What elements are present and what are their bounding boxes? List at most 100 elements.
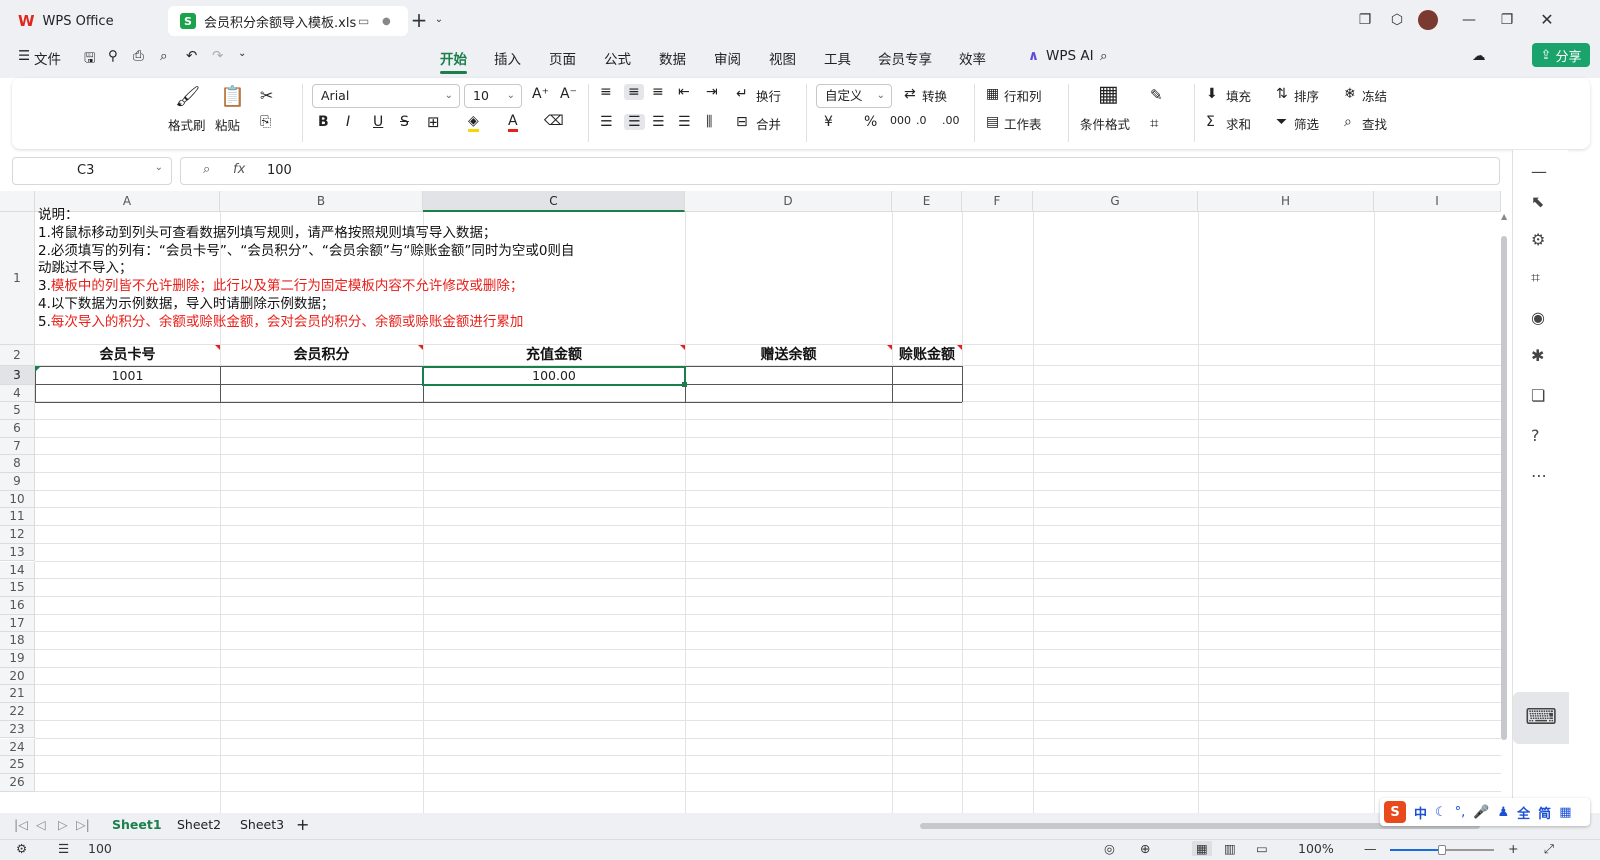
column-header-g[interactable]: G [1033, 191, 1198, 212]
adjust-icon[interactable]: ⚙ [1531, 230, 1545, 249]
align-right-icon[interactable]: ☰ [652, 114, 665, 130]
undo-icon[interactable]: ↶ [186, 48, 197, 64]
locate-icon[interactable]: ⊕ [1140, 841, 1150, 856]
cell-style-icon[interactable]: ✎ [1150, 86, 1163, 104]
decrease-font-icon[interactable]: A⁻ [560, 86, 577, 102]
italic-button[interactable]: I [346, 114, 350, 130]
menu-tab-home[interactable]: 开始 [440, 48, 467, 74]
comment-indicator-icon[interactable] [418, 345, 423, 350]
normal-view-icon[interactable]: ▦ [1192, 841, 1212, 856]
comment-indicator-icon[interactable] [887, 345, 892, 350]
borders-icon[interactable]: ⊞ [427, 113, 440, 131]
worksheet-icon[interactable]: ▤ [986, 114, 999, 130]
row-header-26[interactable]: 26 [0, 773, 35, 792]
row-header-12[interactable]: 12 [0, 526, 35, 544]
cell-format-icon[interactable]: ⌗ [1150, 114, 1158, 132]
row-header-8[interactable]: 8 [0, 455, 35, 473]
collapse-icon[interactable]: — [1531, 162, 1547, 181]
thousands-icon[interactable]: 000 [890, 114, 911, 127]
restore-icon[interactable]: ❐ [1496, 10, 1518, 30]
paste-icon[interactable]: 📋 [220, 84, 245, 108]
avatar[interactable] [1418, 10, 1438, 30]
cube-icon[interactable]: ⬡ [1386, 10, 1408, 30]
row-header-1[interactable]: 1 [0, 212, 35, 345]
column-header-h[interactable]: H [1198, 191, 1374, 212]
row-header-21[interactable]: 21 [0, 685, 35, 704]
font-color-icon[interactable]: A [508, 113, 518, 132]
align-middle-icon[interactable]: ≡ [624, 84, 644, 100]
align-left-icon[interactable]: ☰ [600, 114, 613, 130]
bold-button[interactable]: B [318, 114, 329, 130]
merge-icon[interactable]: ⊟ [736, 114, 748, 130]
zoom-select[interactable]: 100% [1298, 841, 1334, 856]
select-all-corner[interactable] [0, 191, 35, 212]
cloud-upload-icon[interactable]: ☁ [1472, 48, 1486, 64]
menu-tab-member[interactable]: 会员专享 [878, 48, 932, 68]
menu-tab-view[interactable]: 视图 [769, 48, 796, 68]
freeze-button[interactable]: 冻结 [1362, 86, 1387, 105]
crop-icon[interactable]: ⌗ [1531, 268, 1540, 288]
menu-tab-tools[interactable]: 工具 [824, 48, 851, 68]
sheet-tab-2[interactable]: Sheet2 [177, 817, 221, 832]
header-recharge-amount[interactable]: 充值金额 [423, 345, 685, 366]
zoom-formula-icon[interactable]: ⌕ [203, 162, 210, 177]
sort-icon[interactable]: ⇅ [1276, 86, 1288, 102]
row-header-16[interactable]: 16 [0, 596, 35, 615]
column-header-e[interactable]: E [892, 191, 962, 212]
sum-button[interactable]: 求和 [1226, 114, 1251, 133]
book-icon[interactable]: ❏ [1531, 386, 1545, 405]
increase-font-icon[interactable]: A⁺ [532, 86, 549, 102]
name-box-chevron-icon[interactable]: ⌄ [155, 162, 163, 173]
home-tab[interactable]: W WPS Office [6, 6, 164, 36]
rows-cols-button[interactable]: 行和列 [1004, 86, 1042, 105]
comment-indicator-icon[interactable] [957, 345, 962, 350]
more-icon[interactable]: ⋯ [1531, 466, 1547, 485]
merge-button[interactable]: 合并 [756, 114, 781, 133]
sum-icon[interactable]: Σ [1206, 114, 1215, 130]
worksheet-button[interactable]: 工作表 [1004, 114, 1042, 133]
font-family-select[interactable]: Arial ⌄ [312, 84, 460, 108]
search-icon[interactable]: ⌕ [1100, 48, 1108, 64]
row-header-6[interactable]: 6 [0, 419, 35, 438]
row-header-4[interactable]: 4 [0, 384, 35, 403]
row-header-13[interactable]: 13 [0, 543, 35, 562]
monitor-icon[interactable]: ▭ [358, 14, 369, 28]
wrap-text-icon[interactable]: ↵ [736, 86, 748, 102]
row-header-2[interactable]: 2 [0, 345, 35, 366]
fill-color-icon[interactable]: ◈ [468, 113, 479, 132]
ime-simplified[interactable]: 简 [1538, 803, 1551, 822]
analytics-icon[interactable]: ◉ [1531, 308, 1545, 327]
formula-bar[interactable]: ⌕ fx 100 [180, 157, 1500, 185]
vertical-scroll-thumb[interactable] [1501, 236, 1507, 740]
row-header-24[interactable]: 24 [0, 738, 35, 757]
convert-icon[interactable]: ⇄ [904, 86, 916, 102]
menu-tab-data[interactable]: 数据 [659, 48, 686, 68]
menu-tab-insert[interactable]: 插入 [494, 48, 521, 68]
number-format-select[interactable]: 自定义 ⌄ [816, 84, 892, 108]
select-cursor-icon[interactable]: ⬉ [1531, 192, 1544, 211]
document-tab[interactable]: S 会员积分余额导入模板.xls ▭ ● [168, 6, 408, 36]
fill-handle[interactable] [682, 382, 687, 387]
row-header-17[interactable]: 17 [0, 614, 35, 633]
page-break-icon[interactable]: ▭ [1256, 841, 1268, 856]
vertical-scrollbar[interactable]: ▲ [1498, 212, 1510, 798]
filter-button[interactable]: 筛选 [1294, 114, 1319, 133]
minimize-icon[interactable]: — [1458, 10, 1480, 30]
user-icon[interactable]: ♟ [1498, 805, 1510, 820]
tools-icon[interactable]: ✱ [1531, 346, 1544, 365]
fill-icon[interactable]: ⬇ [1206, 86, 1218, 102]
cell-a3[interactable]: 1001 [35, 367, 220, 384]
keyboard-icon[interactable]: ⌨ [1513, 692, 1569, 744]
header-member-card[interactable]: 会员卡号 [35, 345, 220, 366]
increase-indent-icon[interactable]: ⇥ [706, 84, 718, 100]
distribute-icon[interactable]: ⫼ [706, 114, 712, 130]
file-menu[interactable]: 文件 [34, 48, 61, 68]
find-button[interactable]: 查找 [1362, 114, 1387, 133]
sheet-tab-1[interactable]: Sheet1 [112, 817, 162, 832]
fill-button[interactable]: 填充 [1226, 86, 1251, 105]
font-size-select[interactable]: 10 ⌄ [464, 84, 522, 108]
comment-indicator-icon[interactable] [215, 345, 220, 350]
zoom-in-icon[interactable]: + [1508, 841, 1518, 856]
list-icon[interactable]: ☰ [58, 841, 69, 856]
menu-tab-formula[interactable]: 公式 [604, 48, 631, 68]
